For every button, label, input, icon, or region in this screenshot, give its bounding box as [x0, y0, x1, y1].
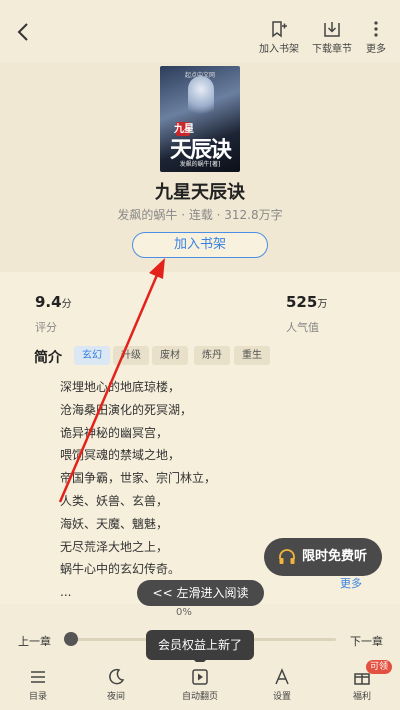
download-chapters-button[interactable]: 下载章节 — [308, 20, 356, 55]
tag-xuanhuan[interactable]: 玄幻 — [74, 346, 110, 365]
tag-liandan[interactable]: 炼丹 — [194, 346, 230, 365]
popularity-value: 525 — [286, 293, 318, 311]
more-vertical-icon — [374, 21, 378, 37]
more-button[interactable]: 更多 — [352, 20, 400, 55]
nav-settings-label: 设置 — [272, 692, 291, 702]
book-cover[interactable]: 起点中文网 九星 天辰诀 发飙的蜗牛[著] — [160, 66, 240, 172]
font-a-icon — [275, 668, 289, 685]
list-icon — [31, 671, 45, 683]
add-to-shelf-main-button[interactable]: 加入书架 — [132, 232, 268, 258]
cover-figure — [188, 76, 214, 120]
add-shelf-icon — [272, 21, 287, 38]
nav-catalog[interactable]: 目录 — [8, 668, 68, 702]
tag-chongsheng[interactable]: 重生 — [234, 346, 270, 365]
intro-line: 无尽荒泽大地之上， — [60, 539, 169, 554]
intro-line: 海妖、天魔、魑魅， — [60, 516, 169, 531]
member-benefit-toast[interactable]: 会员权益上新了 — [146, 630, 254, 666]
book-title: 九星天辰诀 — [155, 182, 245, 203]
prev-chapter-button[interactable]: 上一章 — [18, 633, 51, 649]
intro-line: 诡异神秘的幽冥宫， — [60, 425, 169, 440]
autoplay-icon — [192, 669, 208, 685]
intro-more-link[interactable]: 更多 — [340, 575, 362, 591]
popularity-stat: 525万 人气值 — [286, 292, 327, 335]
back-arrow-icon[interactable] — [12, 20, 36, 44]
nav-settings[interactable]: 设置 — [252, 668, 312, 702]
intro-label: 简介 — [34, 350, 62, 366]
swipe-to-read-tip[interactable]: << 左滑进入阅读 — [137, 580, 264, 606]
popularity-label: 人气值 — [286, 321, 319, 334]
welfare-badge: 可领 — [366, 660, 393, 674]
nav-auto-page-label: 自动翻页 — [181, 692, 218, 702]
score-unit: 分 — [61, 299, 72, 310]
nav-auto-page[interactable]: 自动翻页 — [170, 668, 230, 702]
intro-line: 人类、妖兽、玄兽， — [60, 493, 169, 508]
cover-author: 发飙的蜗牛[著] — [179, 161, 221, 168]
progress-slider-thumb[interactable] — [64, 632, 78, 646]
intro-line: 蜗牛心中的玄幻传奇。 — [60, 562, 181, 577]
free-listen-label: 限时免费听 — [302, 549, 368, 564]
add-to-shelf-button[interactable]: 加入书架 — [255, 20, 303, 55]
tag-feicai[interactable]: 废材 — [152, 346, 188, 365]
intro-text: 深埋地心的地底琼楼， 沧海桑田演化的死冥湖， 诡异神秘的幽冥宫， 喂饲冥魂的禁域… — [60, 376, 216, 604]
download-icon — [324, 22, 340, 37]
nav-catalog-label: 目录 — [28, 692, 47, 702]
free-listen-button[interactable]: 限时免费听 — [264, 538, 382, 576]
more-label: 更多 — [366, 44, 386, 55]
moon-icon — [109, 668, 125, 685]
intro-line: 沧海桑田演化的死冥湖， — [60, 402, 193, 417]
score-value: 9.4 — [35, 293, 62, 311]
tag-shengji[interactable]: 升级 — [113, 346, 149, 365]
nav-night-label: 夜间 — [106, 692, 125, 702]
intro-line: 深埋地心的地底琼楼， — [60, 380, 181, 394]
popularity-unit: 万 — [317, 299, 328, 310]
download-chapters-label: 下载章节 — [312, 44, 352, 55]
book-meta: 发飙的蜗牛 · 连载 · 312.8万字 — [117, 208, 283, 222]
add-to-shelf-label: 加入书架 — [259, 44, 299, 55]
progress-percent: 0% — [176, 607, 192, 618]
nav-welfare-label: 福利 — [352, 692, 371, 702]
intro-line: 帝国争霸，世家、宗门林立， — [60, 471, 217, 486]
headphones-icon — [279, 549, 295, 564]
score-stat: 9.4分 评分 — [35, 292, 72, 335]
next-chapter-button[interactable]: 下一章 — [350, 633, 383, 649]
nav-night-mode[interactable]: 夜间 — [86, 668, 146, 702]
score-label: 评分 — [35, 321, 57, 334]
intro-line: 喂饲冥魂的禁域之地， — [60, 448, 181, 463]
